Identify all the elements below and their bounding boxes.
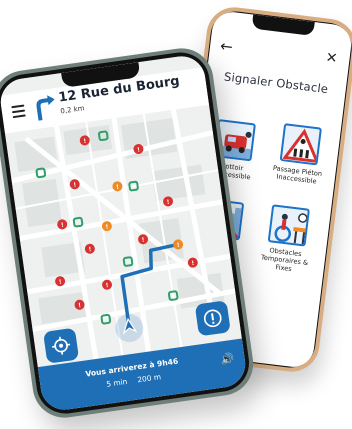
turn-right-icon: [36, 95, 55, 121]
report-tile-crosswalk[interactable]: Passage Piéton Inaccessible: [266, 122, 333, 187]
alert-icon: [203, 309, 222, 328]
trip-duration: 5 min: [105, 376, 128, 389]
menu-icon[interactable]: [11, 104, 26, 122]
report-tile-obstacles[interactable]: Obstacles Temporaires & Fixes: [253, 203, 321, 277]
crosshair-icon: [52, 336, 71, 355]
phone-notch: [251, 14, 315, 36]
trip-distance: 200 m: [136, 372, 162, 385]
wheelchair-barrier-icon: [267, 204, 310, 247]
recenter-button[interactable]: [43, 327, 80, 364]
back-arrow-icon[interactable]: ←: [219, 37, 234, 56]
page-title: Signaler Obstacle: [223, 69, 329, 97]
speaker-icon[interactable]: 🔊: [220, 352, 235, 367]
close-icon[interactable]: ✕: [325, 50, 339, 67]
crosswalk-warning-icon: [279, 123, 322, 166]
report-obstacle-button[interactable]: [194, 300, 231, 337]
warning-marker: [101, 181, 184, 250]
turn-distance: 0,2 km: [59, 104, 86, 116]
